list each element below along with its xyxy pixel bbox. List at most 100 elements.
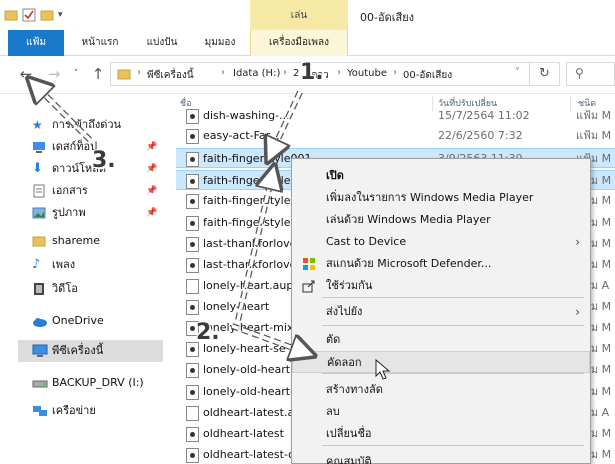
tab-file[interactable]: แฟ้ม bbox=[8, 30, 64, 56]
nav-desktop[interactable]: เดสก์ท็อป 📌 bbox=[18, 136, 163, 158]
tab-home[interactable]: หน้าแรก bbox=[72, 30, 128, 56]
chevron-right-icon: › bbox=[575, 305, 580, 319]
contextual-group-title: เล่น bbox=[290, 10, 308, 21]
breadcrumb-separator: › bbox=[221, 67, 225, 78]
tab-music-tools[interactable]: เครื่องมือเพลง bbox=[250, 30, 348, 56]
audio-file-icon bbox=[186, 342, 199, 357]
address-dropdown-icon[interactable]: ˅ bbox=[515, 67, 520, 78]
menu-add-to-wmp-list[interactable]: เพิ่มลงในรายการ Windows Media Player bbox=[292, 187, 590, 209]
chevron-right-icon: › bbox=[575, 235, 580, 249]
menu-item-label: เปิด bbox=[326, 169, 344, 182]
breadcrumb-partial[interactable]: ดาว bbox=[311, 68, 329, 83]
file-name: faith-fingerstyle0 bbox=[203, 194, 298, 207]
documents-icon bbox=[32, 184, 46, 198]
menu-share[interactable]: ใช้ร่วมกัน bbox=[292, 275, 590, 297]
recent-dropdown-icon[interactable]: ˅ bbox=[66, 69, 86, 79]
breadcrumb-folder-2[interactable]: 2 bbox=[293, 68, 299, 79]
file-name: lonely-heart-se bbox=[203, 342, 286, 355]
audio-file-icon bbox=[186, 109, 199, 124]
properties-check-icon[interactable] bbox=[22, 8, 36, 22]
file-type: แฟ้ม M bbox=[576, 109, 612, 122]
audio-file-icon bbox=[186, 194, 199, 209]
menu-item-label: เล่นด้วย Windows Media Player bbox=[326, 213, 491, 226]
nav-documents[interactable]: เอกสาร 📌 bbox=[18, 180, 163, 202]
menu-open[interactable]: เปิด bbox=[292, 165, 590, 187]
menu-play-with-wmp[interactable]: เล่นด้วย Windows Media Player bbox=[292, 209, 590, 231]
breadcrumb-this-pc[interactable]: พีซีเครื่องนี้ bbox=[147, 68, 194, 83]
menu-cast-to-device[interactable]: Cast to Device › bbox=[292, 231, 590, 253]
menu-delete[interactable]: ลบ bbox=[292, 401, 590, 423]
nav-network[interactable]: เครือข่าย bbox=[18, 400, 163, 422]
menu-cut[interactable]: ตัด bbox=[292, 329, 590, 351]
pictures-icon bbox=[32, 206, 46, 220]
file-name: lonely-heart-mix bbox=[203, 321, 294, 334]
video-icon bbox=[32, 282, 46, 296]
menu-item-label: Cast to Device bbox=[326, 235, 407, 248]
computer-icon bbox=[32, 344, 48, 358]
pin-icon[interactable]: 📌 bbox=[146, 158, 157, 180]
menu-separator bbox=[322, 373, 584, 374]
breadcrumb-youtube[interactable]: Youtube bbox=[347, 68, 387, 79]
new-folder-icon[interactable] bbox=[40, 8, 54, 22]
menu-properties[interactable]: คุณสมบัติ bbox=[292, 451, 590, 464]
quick-access-dropdown-icon[interactable]: ▾ bbox=[58, 8, 72, 22]
nav-onedrive[interactable]: OneDrive bbox=[18, 310, 163, 332]
breadcrumb-current[interactable]: 00-อัดเสียง bbox=[403, 68, 452, 83]
file-row[interactable]: dish-washing-... 15/7/2564 11:02 แฟ้ม M bbox=[176, 106, 615, 126]
audio-file-icon bbox=[186, 129, 199, 144]
menu-scan-defender[interactable]: สแกนด้วย Microsoft Defender... bbox=[292, 253, 590, 275]
refresh-icon[interactable]: ↻ bbox=[530, 62, 560, 86]
network-icon bbox=[32, 404, 47, 418]
audio-file-icon bbox=[186, 363, 199, 378]
nav-downloads[interactable]: ⬇ ดาวน์โหลด 📌 bbox=[18, 158, 163, 180]
back-arrow-icon[interactable]: ← bbox=[16, 65, 36, 83]
address-bar[interactable]: › พีซีเครื่องนี้ › Idata (H:) › 2 ดาว › … bbox=[110, 62, 530, 86]
nav-quick-access[interactable]: ★ การเข้าถึงด่วน bbox=[18, 114, 163, 136]
pin-icon[interactable]: 📌 bbox=[146, 202, 157, 224]
breadcrumb-separator: › bbox=[137, 67, 141, 78]
menu-item-label: เปลี่ยนชื่อ bbox=[326, 427, 372, 440]
file-name: last-thankforlove bbox=[203, 258, 297, 271]
breadcrumb-separator: › bbox=[283, 67, 287, 78]
nav-videos[interactable]: วิดีโอ bbox=[18, 278, 163, 300]
defender-icon bbox=[302, 257, 316, 271]
tab-view[interactable]: มุมมอง bbox=[192, 30, 248, 56]
audio-file-icon bbox=[186, 174, 199, 189]
nav-shareme[interactable]: shareme bbox=[18, 230, 163, 252]
breadcrumb-separator: › bbox=[337, 67, 341, 78]
star-icon: ★ bbox=[32, 118, 43, 132]
nav-backup-drive[interactable]: BACKUP_DRV (I:) bbox=[18, 372, 163, 394]
file-row[interactable]: easy-act-Far... 22/6/2560 7:32 แฟ้ม M bbox=[176, 126, 615, 146]
menu-item-label: คุณสมบัติ bbox=[326, 455, 372, 464]
menu-separator bbox=[322, 325, 584, 326]
forward-arrow-icon[interactable]: → bbox=[44, 65, 64, 83]
pin-icon[interactable]: 📌 bbox=[146, 180, 157, 202]
folder-icon bbox=[32, 234, 46, 248]
tab-share[interactable]: แบ่งปัน bbox=[134, 30, 190, 56]
menu-item-label: สแกนด้วย Microsoft Defender... bbox=[326, 257, 492, 270]
menu-item-label: ส่งไปยัง bbox=[326, 305, 363, 318]
menu-send-to[interactable]: ส่งไปยัง › bbox=[292, 301, 590, 323]
search-input[interactable]: ⚲ bbox=[566, 62, 615, 86]
nav-music[interactable]: ♪ เพลง bbox=[18, 254, 163, 276]
breadcrumb-drive[interactable]: Idata (H:) bbox=[233, 68, 280, 79]
title-bar: ▾ เล่น 00-อัดเสียง bbox=[0, 0, 615, 30]
menu-item-label: ลบ bbox=[326, 405, 340, 418]
audio-file-icon bbox=[186, 448, 199, 463]
menu-item-label: สร้างทางลัด bbox=[326, 383, 383, 396]
menu-rename[interactable]: เปลี่ยนชื่อ bbox=[292, 423, 590, 445]
menu-separator bbox=[322, 297, 584, 298]
file-name: lonely-old-heart- bbox=[203, 385, 295, 398]
pin-icon[interactable]: 📌 bbox=[146, 136, 157, 158]
file-date: 22/6/2560 7:32 bbox=[438, 129, 523, 142]
audio-file-icon bbox=[186, 152, 199, 167]
menu-create-shortcut[interactable]: สร้างทางลัด bbox=[292, 379, 590, 401]
file-name: lonely-heart.aup bbox=[203, 279, 294, 292]
menu-copy[interactable]: คัดลอก bbox=[292, 351, 590, 373]
up-arrow-icon[interactable]: ↑ bbox=[88, 65, 108, 83]
nav-pictures[interactable]: รูปภาพ 📌 bbox=[18, 202, 163, 224]
drive-icon bbox=[32, 376, 48, 390]
nav-this-pc[interactable]: พีซีเครื่องนี้ bbox=[18, 340, 163, 362]
breadcrumb-separator: › bbox=[393, 67, 397, 78]
search-icon: ⚲ bbox=[575, 66, 584, 80]
